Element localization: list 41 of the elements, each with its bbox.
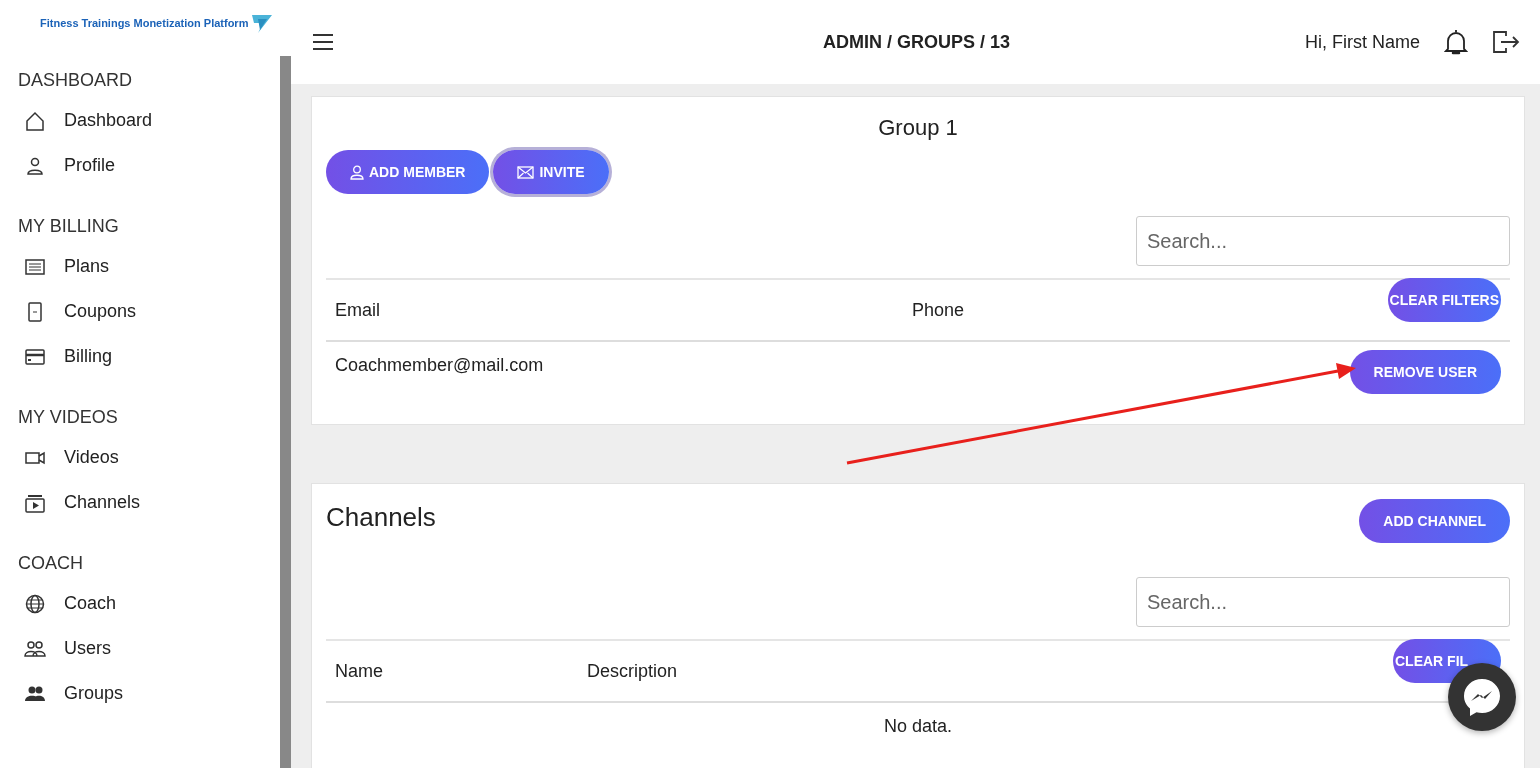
notification-icon[interactable] xyxy=(1444,28,1468,56)
breadcrumb: ADMIN / GROUPS / 13 xyxy=(823,31,1010,52)
column-header: Phone xyxy=(912,298,966,322)
envelope-icon xyxy=(517,165,535,179)
sidebar-item[interactable]: Videos xyxy=(0,435,280,480)
empty-message: No data. xyxy=(883,716,952,736)
sidebar-item[interactable]: Groups xyxy=(0,671,280,716)
sidebar-item[interactable]: Coupons xyxy=(0,289,280,334)
sidebar-item[interactable]: Profile xyxy=(0,143,280,188)
sidebar-item[interactable]: Dashboard xyxy=(0,98,280,143)
menu-icon[interactable] xyxy=(313,34,333,50)
action-button[interactable]: INVITE xyxy=(493,150,609,194)
column-header: Name xyxy=(334,659,384,683)
group-title: Group 1 xyxy=(878,115,958,140)
remove-user-button[interactable]: REMOVE USER xyxy=(1349,350,1501,394)
sidebar-item[interactable]: Billing xyxy=(0,334,280,379)
add-channel-button[interactable]: ADD CHANNEL xyxy=(1359,499,1510,543)
logo-text: Fitness Trainings Monetization Platform xyxy=(40,15,249,31)
chat-bubble-icon xyxy=(1461,676,1503,718)
user-icon xyxy=(350,164,364,180)
clear-filters-button[interactable]: CLEAR FILTERS xyxy=(1387,278,1501,322)
sidebar-item[interactable]: Channels xyxy=(0,480,280,525)
search-field[interactable]: Search... xyxy=(1136,577,1510,627)
column-header: Description xyxy=(587,659,679,683)
column-header: Email xyxy=(334,298,381,322)
section-heading: DASHBOARD xyxy=(17,69,134,92)
sidebar-item[interactable]: Users xyxy=(0,626,280,671)
action-button[interactable]: ADD MEMBER xyxy=(326,150,490,194)
channels-title: Channels xyxy=(326,501,436,534)
section-heading: MY BILLING xyxy=(17,215,120,238)
section-heading: COACH xyxy=(17,552,84,575)
sidebar-item[interactable]: Plans xyxy=(0,244,280,289)
section-heading: MY VIDEOS xyxy=(17,406,119,429)
globe-icon xyxy=(24,592,46,615)
table-cell-text: Coachmember@mail.com xyxy=(334,354,545,377)
home-icon xyxy=(24,109,46,132)
sidebar-item[interactable]: Coach xyxy=(0,581,280,626)
logout-icon[interactable] xyxy=(1492,30,1520,54)
scrollbar[interactable] xyxy=(280,56,291,768)
greeting: Hi, First Name xyxy=(1305,30,1420,54)
search-field[interactable]: Search... xyxy=(1136,216,1510,266)
